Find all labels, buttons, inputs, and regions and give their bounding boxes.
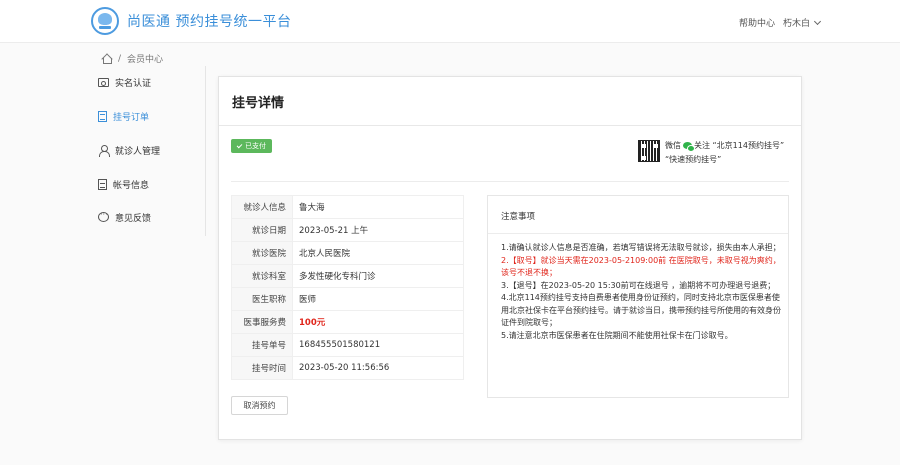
sidebar-item-label: 帐号信息 — [113, 180, 150, 191]
field-label: 挂号单号 — [231, 333, 293, 357]
breadcrumb: / 会员中心 — [101, 52, 163, 65]
chat-icon — [98, 210, 109, 222]
field-label: 就诊科室 — [231, 264, 293, 288]
divider — [488, 233, 788, 234]
user-icon — [98, 144, 110, 157]
id-card-icon — [98, 77, 109, 87]
order-list-icon — [98, 110, 107, 122]
chevron-down-icon — [813, 17, 822, 25]
order-detail-card: 挂号详情 已支付 微信 关注 “北京114预约挂号” “快速预约挂号” 就诊人信… — [218, 76, 802, 440]
order-info-table: 就诊人信息 鲁大海 就诊日期 2023-05-21 上午 就诊医院 北京人民医院 就诊科室多… — [231, 195, 464, 380]
field-value: 2023-05-20 11:56:56 — [292, 356, 464, 380]
table-row: 挂号时间 2023-05-20 11:56:56 — [231, 356, 464, 380]
divider — [219, 125, 801, 126]
qr-code-icon — [638, 140, 660, 162]
breadcrumb-separator: / — [118, 53, 122, 64]
check-icon — [236, 142, 243, 148]
sidebar-item-label: 挂号订单 — [113, 112, 150, 123]
wechat-follow-text: 关注 “北京114预约挂号” — [694, 141, 785, 150]
notice-body: 1.请确认就诊人信息是否准确，若填写错误将无法取号就诊，损失由本人承担； 2.【取… — [501, 242, 783, 342]
field-label: 就诊人信息 — [231, 195, 293, 219]
breadcrumb-current[interactable]: 会员中心 — [127, 52, 163, 65]
notice-item: 4.北京114预约挂号支持自费患者使用身份证预约，同时支持北京市医保患者使用北京… — [501, 293, 781, 327]
user-menu[interactable]: 朽木白 — [783, 16, 822, 29]
field-value: 多发性硬化专科门诊 — [292, 264, 464, 288]
notice-item: 1.请确认就诊人信息是否准确，若填写错误将无法取号就诊，损失由本人承担； — [501, 243, 781, 252]
sidebar-item-feedback[interactable]: 意见反馈 — [98, 209, 151, 225]
field-value: 168455501580121 — [292, 333, 464, 357]
site-title[interactable]: 尚医通 预约挂号统一平台 — [127, 11, 291, 31]
notice-item: 5.请注意北京市医保患者在住院期间不能使用社保卡在门诊取号。 — [501, 330, 733, 340]
page-title: 挂号详情 — [232, 96, 285, 111]
sidebar-item-orders[interactable]: 挂号订单 — [98, 108, 149, 124]
table-row: 就诊日期 2023-05-21 上午 — [231, 218, 464, 242]
sidebar-item-label: 意见反馈 — [115, 213, 152, 224]
table-row: 就诊医院 北京人民医院 — [231, 241, 464, 265]
field-label: 挂号时间 — [231, 356, 293, 380]
field-label: 医生职称 — [231, 287, 293, 311]
sidebar-item-real-name[interactable]: 实名认证 — [98, 74, 151, 90]
wechat-label: 微信 — [665, 141, 681, 150]
hospital-logo-icon[interactable] — [91, 7, 119, 35]
table-row: 就诊人信息 鲁大海 — [231, 195, 464, 219]
field-label: 就诊医院 — [231, 241, 293, 265]
table-row: 就诊科室 多发性硬化专科门诊 — [231, 264, 464, 288]
sidebar-item-label: 实名认证 — [115, 78, 152, 89]
notice-item: 3.【退号】在2023-05-20 15:30前可在线退号 ，逾期将不可办理退号… — [501, 280, 776, 290]
sidebar-item-label: 就诊人管理 — [115, 146, 161, 157]
field-label: 就诊日期 — [231, 218, 293, 242]
field-value: 100元 — [292, 310, 464, 334]
field-value: 北京人民医院 — [292, 241, 464, 265]
notice-item: 2.【取号】就诊当天需在2023-05-2109:00前 在医院取号，未取号视为… — [501, 255, 781, 278]
user-name: 朽木白 — [783, 19, 811, 29]
table-row: 医生职称 医师 — [231, 287, 464, 311]
file-icon — [98, 178, 107, 190]
status-badge: 已支付 — [231, 139, 272, 153]
table-row: 挂号单号 168455501580121 — [231, 333, 464, 357]
divider — [231, 181, 789, 182]
notice-title: 注意事项 — [501, 212, 536, 222]
table-row: 医事服务费 100元 — [231, 310, 464, 334]
help-center-link[interactable]: 帮助中心 — [739, 16, 775, 29]
status-label: 已支付 — [245, 142, 266, 150]
home-icon[interactable] — [101, 54, 112, 64]
wechat-icon — [683, 142, 695, 152]
field-value: 鲁大海 — [292, 195, 464, 219]
wechat-follow-line: 微信 关注 “北京114预约挂号” — [665, 140, 785, 152]
top-header: 尚医通 预约挂号统一平台 帮助中心 朽木白 — [0, 0, 900, 43]
sidebar: 实名认证 挂号订单 就诊人管理 帐号信息 意见反馈 — [98, 66, 206, 236]
wechat-follow-subtext: “快速预约挂号” — [665, 155, 722, 164]
field-label: 医事服务费 — [231, 310, 293, 334]
sidebar-item-account[interactable]: 帐号信息 — [98, 176, 149, 192]
cancel-appointment-button[interactable]: 取消预约 — [231, 396, 288, 415]
field-value: 医师 — [292, 287, 464, 311]
field-value: 2023-05-21 上午 — [292, 218, 464, 242]
notice-panel: 注意事项 1.请确认就诊人信息是否准确，若填写错误将无法取号就诊，损失由本人承担… — [487, 195, 789, 398]
sidebar-item-patients[interactable]: 就诊人管理 — [98, 142, 160, 158]
